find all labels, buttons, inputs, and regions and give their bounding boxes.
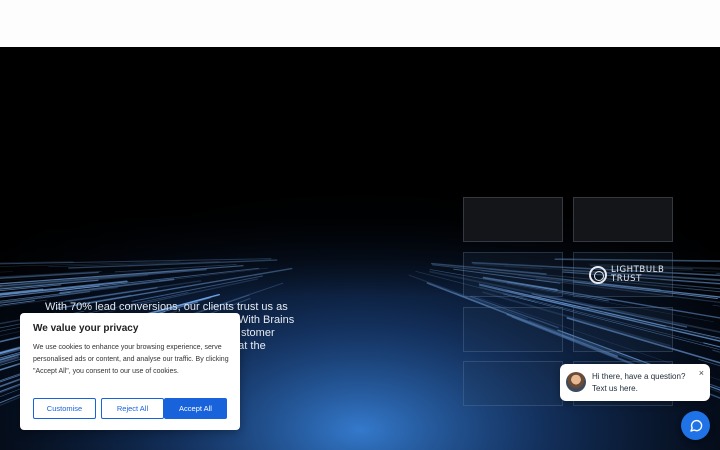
chat-greeting-popup[interactable]: Hi there, have a question? Text us here.… [560,364,710,401]
client-logo-tile-3 [463,252,563,297]
close-icon[interactable]: × [699,368,704,378]
lightbulb-trust-logo-icon [589,265,607,284]
client-logo-tile-2 [573,197,673,242]
chat-launcher-button[interactable] [681,411,710,440]
customise-button[interactable]: Customise [33,398,96,419]
chat-greeting-text: Hi there, have a question? Text us here. [592,372,686,393]
accept-all-button[interactable]: Accept All [164,398,227,419]
cookie-banner-title: We value your privacy [33,323,139,334]
site-header-bar [0,0,720,47]
agent-avatar [566,372,586,392]
client-logo-tile-lightbulb-trust: LIGHTBULB TRUST [573,252,673,297]
cookie-banner-body: We use cookies to enhance your browsing … [33,344,229,375]
client-logo-tile-7 [463,361,563,406]
chat-icon [689,419,702,432]
lightbulb-logo-line2: TRUST [611,273,642,284]
client-logo-tile-6 [573,307,673,352]
client-logo-tile-1 [463,197,563,242]
client-logo-tile-5 [463,307,563,352]
cookie-consent-banner: We value your privacy We use cookies to … [20,313,240,430]
reject-all-button[interactable]: Reject All [101,398,164,419]
